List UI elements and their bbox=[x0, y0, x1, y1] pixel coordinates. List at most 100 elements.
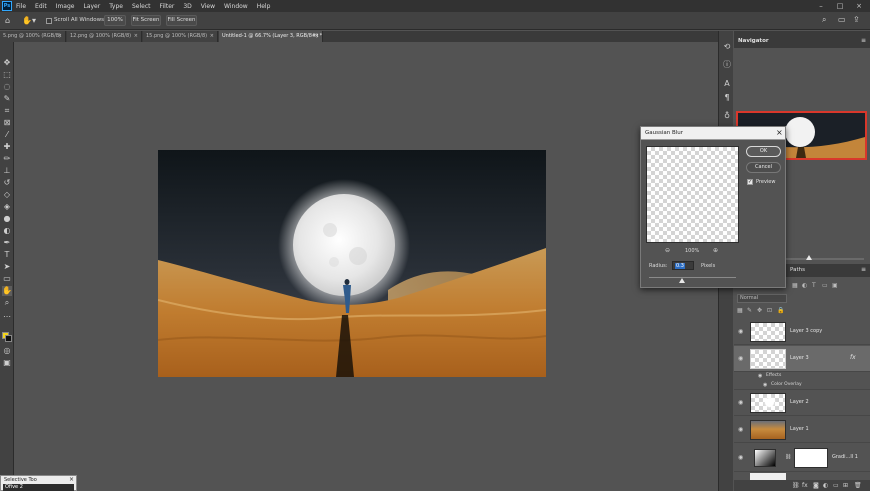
menu-select[interactable]: Select bbox=[132, 3, 151, 10]
quick-mask-icon[interactable]: ◎ bbox=[2, 346, 12, 356]
zoom-100-button[interactable]: 100% bbox=[104, 15, 126, 26]
workspace-icon[interactable]: ▭ bbox=[838, 15, 848, 25]
navigator-title[interactable]: Navigator bbox=[738, 38, 769, 44]
layer-fx-badge[interactable]: fx bbox=[850, 354, 856, 361]
lock-image-icon[interactable]: ✎ bbox=[747, 307, 752, 314]
filter-pixel-icon[interactable]: ▦ bbox=[792, 282, 798, 289]
blur-preview-area[interactable] bbox=[646, 146, 739, 243]
info-icon[interactable]: ⓘ bbox=[722, 60, 732, 70]
link-layers-icon[interactable]: ⛓ bbox=[792, 482, 800, 489]
navigator-zoom-thumb[interactable] bbox=[806, 255, 812, 260]
paragraph-icon[interactable]: ¶ bbox=[722, 93, 732, 103]
move-tool-icon[interactable]: ✥ bbox=[2, 58, 12, 68]
tab-close-icon[interactable]: × bbox=[58, 31, 62, 42]
filter-shape-icon[interactable]: ▭ bbox=[822, 282, 828, 289]
menu-file[interactable]: File bbox=[16, 3, 26, 10]
menu-image[interactable]: Image bbox=[56, 3, 75, 10]
color-overlay-row[interactable]: ◉ Color Overlay bbox=[734, 381, 870, 390]
mini-panel-close-icon[interactable]: × bbox=[69, 476, 74, 483]
menu-window[interactable]: Window bbox=[224, 3, 248, 10]
visibility-eye-icon[interactable]: ◉ bbox=[738, 399, 743, 406]
quick-selection-tool-icon[interactable]: ✎ bbox=[2, 94, 12, 104]
menu-filter[interactable]: Filter bbox=[160, 3, 175, 10]
layer-row-selected[interactable]: ◉ Layer 3 fx bbox=[734, 346, 870, 372]
path-selection-tool-icon[interactable]: ➤ bbox=[2, 262, 12, 272]
crop-tool-icon[interactable]: ⌗ bbox=[2, 106, 12, 116]
menu-edit[interactable]: Edit bbox=[35, 3, 47, 10]
filter-adjustment-icon[interactable]: ◐ bbox=[802, 282, 807, 289]
lasso-tool-icon[interactable]: ◌ bbox=[2, 82, 12, 92]
blend-mode-select[interactable]: Normal bbox=[737, 294, 787, 303]
add-style-icon[interactable]: fx bbox=[802, 482, 808, 489]
visibility-eye-icon[interactable]: ◉ bbox=[738, 454, 743, 461]
screen-mode-icon[interactable]: ▣ bbox=[2, 358, 12, 368]
tab-15-png[interactable]: 15.png @ 100% (RGB/8) × bbox=[143, 31, 218, 42]
lock-all-icon[interactable]: 🔒 bbox=[777, 307, 784, 314]
mini-panel-field[interactable]: Ofive 2 bbox=[3, 484, 74, 491]
eyedropper-tool-icon[interactable]: ⁄ bbox=[2, 130, 12, 140]
zoom-tool-icon[interactable]: ⌕ bbox=[2, 298, 12, 308]
type-tool-icon[interactable]: T bbox=[2, 250, 12, 260]
layer-row[interactable]: ◉ Layer 1 bbox=[734, 417, 870, 443]
layer-name[interactable]: Layer 3 copy bbox=[790, 328, 822, 334]
preview-checkbox[interactable]: ✓ bbox=[747, 179, 753, 185]
layer-name[interactable]: Layer 1 bbox=[790, 426, 809, 432]
radius-slider-track[interactable] bbox=[649, 277, 736, 278]
cancel-button[interactable]: Cancel bbox=[746, 162, 781, 173]
photoshop-app-icon[interactable]: Ps bbox=[2, 1, 12, 11]
fill-screen-button[interactable]: Fill Screen bbox=[166, 15, 197, 26]
fit-screen-button[interactable]: Fit Screen bbox=[131, 15, 161, 26]
ok-button[interactable]: OK bbox=[746, 146, 781, 157]
character-icon[interactable]: A bbox=[722, 79, 732, 89]
menu-layer[interactable]: Layer bbox=[83, 3, 100, 10]
layer-name[interactable]: Gradi...ll 1 bbox=[832, 454, 858, 460]
paint-bucket-tool-icon[interactable]: ◈ bbox=[2, 202, 12, 212]
visibility-eye-icon[interactable]: ◉ bbox=[738, 328, 743, 335]
visibility-eye-icon[interactable]: ◉ bbox=[738, 426, 743, 433]
panel-menu-icon[interactable]: ≡ bbox=[861, 266, 866, 273]
link-icon[interactable]: ⛓ bbox=[785, 454, 791, 460]
add-mask-icon[interactable]: ◙ bbox=[813, 482, 819, 489]
history-icon[interactable]: ⟲ bbox=[722, 42, 732, 52]
tab-paths[interactable]: Paths bbox=[790, 267, 805, 273]
marquee-tool-icon[interactable]: ⬚ bbox=[2, 70, 12, 80]
filter-smart-object-icon[interactable]: ▣ bbox=[832, 282, 838, 289]
more-tools-icon[interactable]: ⋯ bbox=[2, 312, 12, 322]
healing-brush-tool-icon[interactable]: ✚ bbox=[2, 142, 12, 152]
menu-type[interactable]: Type bbox=[109, 3, 123, 10]
layer-row[interactable]: ◉ Layer 2 bbox=[734, 390, 870, 416]
blur-tool-icon[interactable]: ● bbox=[2, 214, 12, 224]
tab-5-png[interactable]: 5.png @ 100% (RGB/8) × bbox=[0, 31, 66, 42]
pen-tool-icon[interactable]: ✒ bbox=[2, 238, 12, 248]
brush-tool-icon[interactable]: ✏ bbox=[2, 154, 12, 164]
eraser-tool-icon[interactable]: ◇ bbox=[2, 190, 12, 200]
layer-name[interactable]: Layer 3 bbox=[790, 355, 809, 361]
radius-input[interactable]: 0.3 bbox=[672, 261, 694, 270]
visibility-eye-icon[interactable]: ◉ bbox=[763, 382, 767, 388]
minimize-icon[interactable]: – bbox=[812, 0, 830, 12]
zoom-out-icon[interactable]: ⊖ bbox=[665, 247, 670, 254]
search-icon[interactable]: ⌕ bbox=[822, 15, 832, 25]
tab-12-png[interactable]: 12.png @ 100% (RGB/8) × bbox=[67, 31, 142, 42]
effects-row[interactable]: ◉ Effects bbox=[734, 372, 870, 381]
new-layer-icon[interactable]: ⊞ bbox=[843, 482, 848, 489]
zoom-in-icon[interactable]: ⊕ bbox=[713, 247, 718, 254]
tab-untitled-1[interactable]: Untitled-1 @ 66.7% (Layer 3, RGB/8#) * × bbox=[219, 31, 323, 42]
layer-name[interactable]: Layer 2 bbox=[790, 399, 809, 405]
menu-3d[interactable]: 3D bbox=[183, 3, 191, 10]
radius-slider-thumb[interactable] bbox=[679, 278, 686, 283]
new-group-icon[interactable]: ▭ bbox=[833, 482, 839, 489]
filter-type-icon[interactable]: T bbox=[812, 282, 816, 289]
history-brush-tool-icon[interactable]: ↺ bbox=[2, 178, 12, 188]
maximize-icon[interactable]: □ bbox=[831, 0, 849, 12]
menu-help[interactable]: Help bbox=[257, 3, 271, 10]
document-canvas[interactable] bbox=[158, 150, 546, 377]
tab-close-icon[interactable]: × bbox=[315, 31, 319, 42]
close-window-icon[interactable]: × bbox=[850, 0, 868, 12]
frame-tool-icon[interactable]: ⊠ bbox=[2, 118, 12, 128]
clone-stamp-tool-icon[interactable]: ⊥ bbox=[2, 166, 12, 176]
layer-row[interactable]: ◉ Layer 3 copy bbox=[734, 319, 870, 345]
visibility-eye-icon[interactable]: ◉ bbox=[738, 355, 743, 362]
dialog-close-icon[interactable]: × bbox=[776, 128, 783, 137]
scroll-all-windows-checkbox[interactable] bbox=[46, 18, 52, 24]
